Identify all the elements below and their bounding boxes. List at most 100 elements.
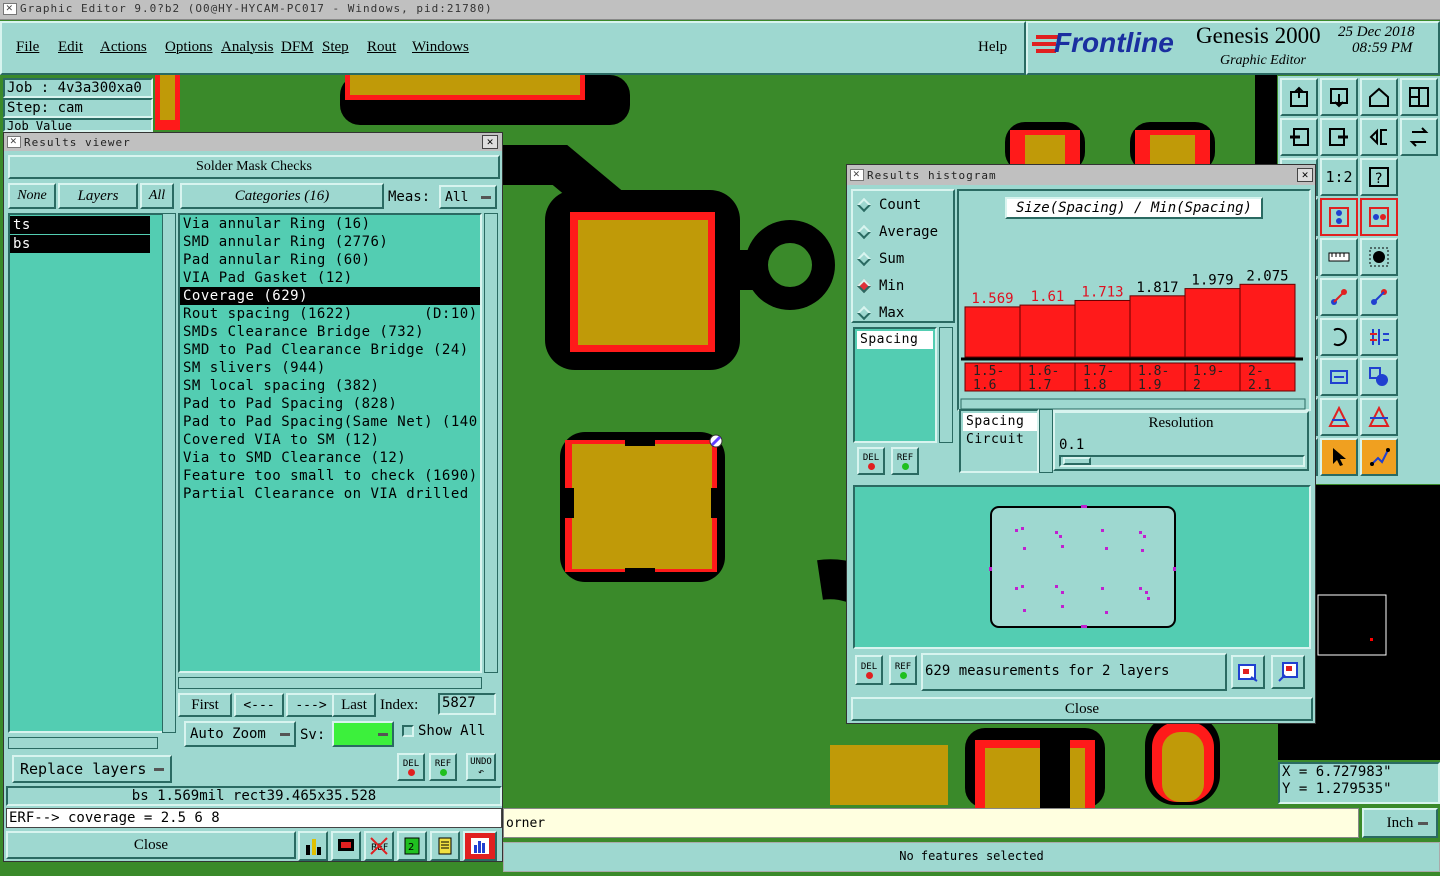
triangle-edit-icon[interactable] <box>1320 398 1358 436</box>
query-icon[interactable]: ? <box>1360 158 1398 196</box>
scale-1-2-icon[interactable]: 1:2 <box>1320 158 1358 196</box>
layers-button[interactable]: Layers <box>58 183 138 209</box>
histogram-bar[interactable] <box>1239 283 1296 358</box>
layers-hscrollbar[interactable] <box>8 737 158 749</box>
category-item[interactable]: SMDs Clearance Bridge (732) <box>180 323 480 341</box>
layer-item-ts[interactable]: ts <box>10 216 150 234</box>
histogram-close-icon[interactable]: ✕ <box>1297 168 1313 182</box>
house-icon[interactable] <box>1360 78 1398 116</box>
histogram-menu-icon[interactable] <box>850 167 864 181</box>
menu-step[interactable]: Step <box>322 39 367 56</box>
histogram-icon[interactable] <box>463 831 497 861</box>
histogram-list-scrollbar[interactable] <box>939 327 953 443</box>
category-item[interactable]: SMD annular Ring (2776) <box>180 233 480 251</box>
menu-dfm[interactable]: DFM <box>281 39 322 56</box>
category-item[interactable]: SM local spacing (382) <box>180 377 480 395</box>
triangle-fill-icon[interactable] <box>1360 398 1398 436</box>
ruler-icon[interactable] <box>1320 238 1358 276</box>
zoom-fit-icon[interactable] <box>1231 655 1265 689</box>
histogram-close-button[interactable]: Close <box>851 697 1313 721</box>
results-viewer-menu-icon[interactable] <box>7 134 21 148</box>
hist-del-button[interactable]: DEL <box>857 447 885 475</box>
menu-rout[interactable]: Rout <box>367 39 412 56</box>
replace-layers-dropdown[interactable]: Replace layers <box>12 755 172 783</box>
undo-button[interactable]: UNDO ↶ <box>466 753 496 781</box>
connect-icon[interactable] <box>1320 278 1358 316</box>
mode-radio-sum[interactable]: Sum <box>853 245 953 272</box>
units-dropdown[interactable]: Inch <box>1362 808 1438 838</box>
pointer-alt-icon[interactable] <box>1320 438 1358 476</box>
snap-blue-icon[interactable] <box>1360 198 1398 236</box>
pad-select-icon[interactable] <box>1360 238 1398 276</box>
mode-radio-count[interactable]: Count <box>853 191 953 218</box>
results-viewer-close-icon[interactable]: ✕ <box>482 135 498 149</box>
categories-button[interactable]: Categories (16) <box>180 183 384 209</box>
route-icon[interactable] <box>1360 438 1398 476</box>
categories-list[interactable]: Via annular Ring (16) SMD annular Ring (2… <box>178 213 482 673</box>
window-menu-icon[interactable] <box>3 1 17 15</box>
menu-help[interactable]: Help <box>978 39 1007 56</box>
menu-actions[interactable]: Actions <box>100 39 165 56</box>
category-item[interactable]: SM slivers (944) <box>180 359 480 377</box>
pan-right-icon[interactable] <box>1320 118 1358 156</box>
all-button[interactable]: All <box>140 183 174 209</box>
histogram-bar[interactable] <box>1019 304 1076 358</box>
split-window-icon[interactable] <box>1400 78 1438 116</box>
category-item[interactable]: Pad to Pad Spacing (828) <box>180 395 480 413</box>
menu-windows[interactable]: Windows <box>412 39 472 56</box>
histogram-bar[interactable] <box>964 306 1021 358</box>
results-viewer-close-button[interactable]: Close <box>6 831 296 859</box>
bar-chart-small-icon[interactable] <box>298 831 328 861</box>
zoom-home-icon[interactable] <box>1271 655 1305 689</box>
sv-color-dropdown[interactable] <box>332 721 394 747</box>
category-item[interactable]: Via annular Ring (16) <box>180 215 480 233</box>
mode-radio-average[interactable]: Average <box>853 218 953 245</box>
menu-options[interactable]: Options <box>165 39 221 56</box>
snap-red-icon[interactable] <box>1320 198 1358 236</box>
step-pages-icon[interactable]: 2 <box>397 831 427 861</box>
del-button[interactable]: DEL <box>397 753 425 781</box>
type-list[interactable]: Spacing Circuit <box>959 409 1039 473</box>
category-item[interactable]: Rout spacing (1622) (D:10) <box>180 305 480 323</box>
prev-button[interactable]: <--- <box>234 693 284 717</box>
index-input[interactable]: 5827 <box>438 693 496 715</box>
home-down-icon[interactable] <box>1320 78 1358 116</box>
monitor-icon[interactable] <box>331 831 361 861</box>
double-line-icon[interactable] <box>1360 318 1398 356</box>
home-up-icon[interactable] <box>1280 78 1318 116</box>
hist-ref-button[interactable]: REF <box>891 447 919 475</box>
ref-button[interactable]: REF <box>429 753 457 781</box>
histogram-bar[interactable] <box>1129 295 1186 358</box>
category-item[interactable]: Via to SMD Clearance (12) <box>180 449 480 467</box>
category-item[interactable]: Feature too small to check (1690) <box>180 467 480 485</box>
histogram-bar[interactable] <box>1074 299 1131 358</box>
menu-edit[interactable]: Edit <box>58 39 100 56</box>
category-item[interactable]: Coverage (629) <box>180 287 480 305</box>
meas-dropdown[interactable]: All <box>439 185 497 209</box>
pan-left-icon[interactable] <box>1280 118 1318 156</box>
category-item[interactable]: Covered VIA to SM (12) <box>180 431 480 449</box>
arc-icon[interactable] <box>1320 318 1358 356</box>
layers-list[interactable]: ts bs <box>8 213 164 733</box>
menu-analysis[interactable]: Analysis <box>221 39 281 56</box>
mode-radio-max[interactable]: Max <box>853 299 953 326</box>
shapes-icon[interactable] <box>1360 358 1398 396</box>
layer-item-bs[interactable]: bs <box>10 235 150 253</box>
auto-zoom-dropdown[interactable]: Auto Zoom <box>184 721 296 747</box>
preview-del-button[interactable]: DEL <box>855 655 883 685</box>
solder-mask-header[interactable]: Solder Mask Checks <box>8 155 500 179</box>
category-item[interactable]: Pad to Pad Spacing(Same Net) (140 <box>180 413 480 431</box>
category-item[interactable]: Partial Clearance on VIA drilled <box>180 485 480 503</box>
no-ref-icon[interactable]: REF <box>364 831 394 861</box>
next-button[interactable]: ---> <box>286 693 336 717</box>
last-button[interactable]: Last <box>332 693 376 717</box>
categories-hscrollbar[interactable] <box>178 677 482 689</box>
report-icon[interactable] <box>430 831 460 861</box>
mirror-icon[interactable] <box>1360 118 1398 156</box>
type-item-spacing[interactable]: Spacing <box>963 413 1037 431</box>
none-button[interactable]: None <box>8 183 56 209</box>
histogram-list-item[interactable]: Spacing <box>857 331 933 349</box>
preview-ref-button[interactable]: REF <box>889 655 917 685</box>
resolution-slider[interactable] <box>1059 455 1305 467</box>
rotate-icon[interactable] <box>1400 118 1438 156</box>
